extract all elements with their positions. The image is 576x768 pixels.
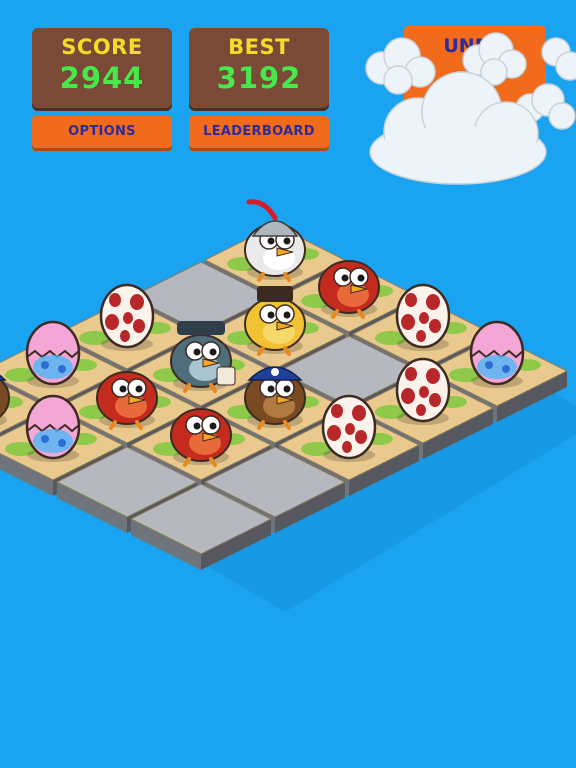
game-board	[0, 199, 576, 612]
red-bird-piece[interactable]	[170, 408, 232, 467]
knight-bird-piece[interactable]	[244, 199, 306, 282]
pirate-bird-piece[interactable]	[244, 366, 306, 430]
spotted-egg-piece[interactable]	[395, 283, 451, 351]
red-bird-piece[interactable]	[96, 371, 158, 430]
spotted-egg-piece[interactable]	[99, 283, 155, 351]
spotted-egg-piece[interactable]	[395, 357, 451, 425]
spotted-egg-piece[interactable]	[321, 394, 377, 462]
pink-cracked-egg-piece[interactable]	[25, 320, 81, 388]
red-bird-piece[interactable]	[318, 260, 380, 319]
pink-cracked-egg-piece[interactable]	[469, 320, 525, 388]
pink-cracked-egg-piece[interactable]	[25, 394, 81, 462]
